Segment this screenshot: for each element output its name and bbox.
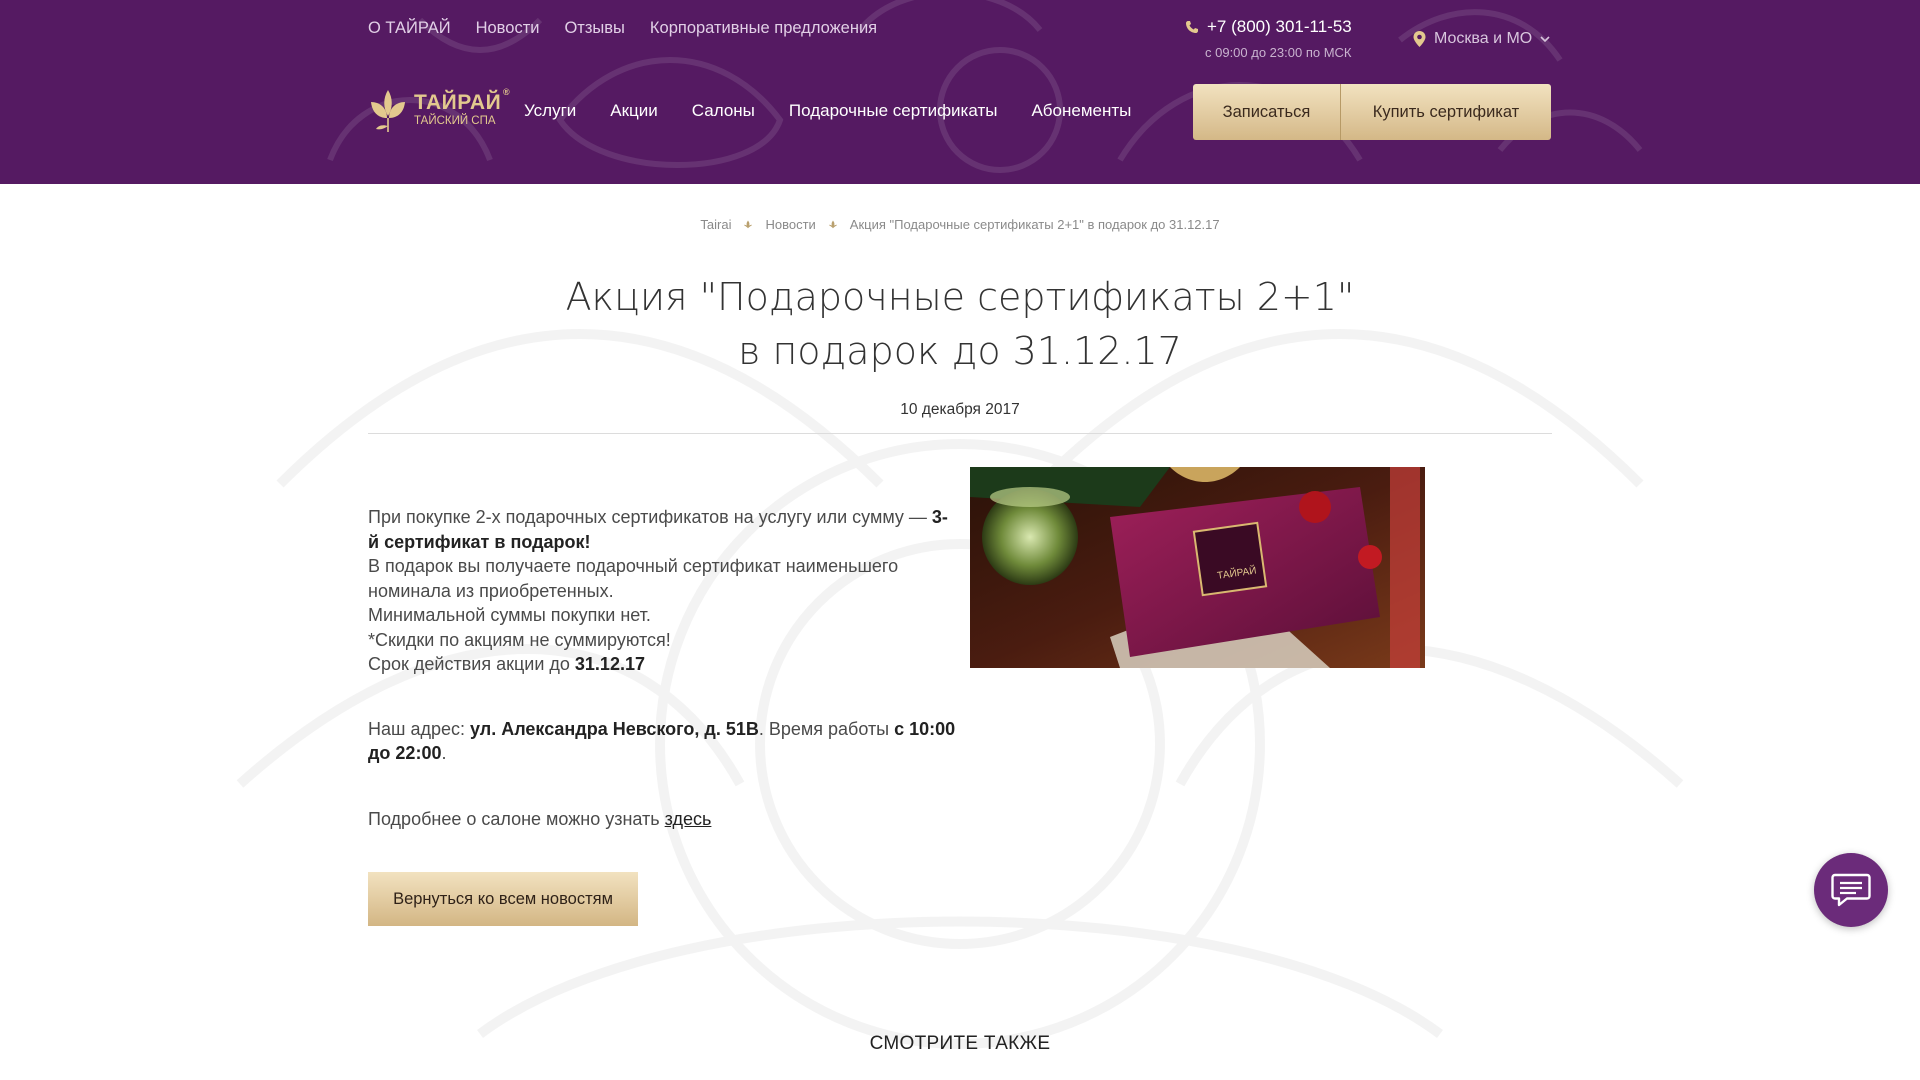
breadcrumb-separator-icon — [828, 219, 837, 228]
article-paragraph: Минимальной суммы покупки нет. — [368, 605, 651, 625]
logo-name: ТАЙРАЙ — [414, 91, 502, 115]
top-nav-news[interactable]: Новости — [476, 19, 540, 38]
text-span: . Время работы — [758, 718, 895, 739]
chat-button[interactable] — [1814, 853, 1888, 927]
top-nav-about[interactable]: О ТАЙРАЙ — [368, 19, 451, 38]
chevron-down-icon — [1540, 35, 1550, 42]
chat-icon — [1831, 873, 1871, 907]
see-also-heading: СМОТРИТЕ ТАКЖЕ — [869, 1033, 1051, 1054]
logo[interactable]: ТАЙРАЙ ® ТАЙСКИЙ СПА — [368, 88, 510, 132]
logo-subtitle: ТАЙСКИЙ СПА — [414, 115, 496, 128]
gift-certificate-photo: ТАЙРАЙ — [970, 467, 1425, 668]
back-to-news-button[interactable]: Вернуться ко всем новостям — [368, 872, 638, 926]
divider — [368, 433, 1552, 434]
phone-number[interactable]: +7 (800) 301-11-53 — [1207, 17, 1352, 37]
logo-registered: ® — [503, 87, 511, 98]
top-nav-reviews[interactable]: Отзывы — [564, 19, 624, 38]
breadcrumb: Tairai Новости Акция "Подарочные сертифи… — [0, 217, 1920, 232]
top-nav-corporate[interactable]: Корпоративные предложения — [650, 19, 877, 38]
main-nav: Услуги Акции Салоны Подарочные сертифика… — [524, 101, 1131, 121]
breadcrumb-separator-icon — [744, 219, 753, 228]
buy-certificate-button[interactable]: Купить сертификат — [1341, 84, 1551, 140]
main-nav-promos[interactable]: Акции — [610, 101, 658, 121]
text-span: При покупке 2-х подарочных сертификатов … — [368, 507, 932, 527]
article-paragraph: Срок действия акции до 31.12.17 — [368, 652, 958, 677]
top-nav: О ТАЙРАЙ Новости Отзывы Корпоративные пр… — [368, 19, 877, 38]
header-ornament — [327, 0, 1643, 173]
main-nav-salons[interactable]: Салоны — [692, 101, 755, 121]
lotus-logo-icon — [371, 90, 405, 132]
address-text: ул. Александра Невского, д. 51В — [470, 718, 759, 739]
text-span: . — [441, 743, 447, 763]
city-select[interactable]: Москва и МО — [1413, 30, 1550, 48]
article-paragraph: В подарок вы получаете подарочный сертиф… — [368, 556, 899, 601]
phone-block: +7 (800) 301-11-53 с 09:00 до 23:00 по М… — [1185, 17, 1352, 60]
main-nav-subscriptions[interactable]: Абонементы — [1031, 101, 1131, 121]
news-date: 10 декабря 2017 — [900, 401, 1020, 418]
main-nav-services[interactable]: Услуги — [524, 101, 576, 121]
location-pin-icon — [1413, 31, 1426, 47]
phone-hours: с 09:00 до 23:00 по МСК — [1205, 45, 1352, 60]
salon-link[interactable]: здесь — [665, 809, 712, 829]
address-paragraph: Наш адрес: ул. Александра Невского, д. 5… — [368, 717, 958, 766]
page-title: Акция "Подарочные сертификаты 2+1" в под… — [565, 275, 1355, 373]
article-body: При покупке 2-х подарочных сертификатов … — [368, 505, 958, 831]
article-paragraph: При покупке 2-х подарочных сертификатов … — [368, 505, 958, 554]
text-span: Подробнее о салоне можно узнать — [368, 808, 665, 829]
main-nav-gift-certificates[interactable]: Подарочные сертификаты — [789, 101, 998, 121]
phone-icon — [1186, 21, 1198, 33]
header-buttons: Записаться Купить сертификат — [1193, 84, 1551, 140]
site-header: О ТАЙРАЙ Новости Отзывы Корпоративные пр… — [0, 0, 1920, 184]
breadcrumb-home[interactable]: Tairai — [700, 217, 731, 232]
text-span: Наш адрес: — [368, 718, 470, 739]
breadcrumb-news[interactable]: Новости — [765, 217, 815, 232]
text-span: Срок действия акции до — [368, 654, 575, 674]
city-label: Москва и МО — [1434, 30, 1533, 47]
bold-text: 31.12.17 — [574, 654, 645, 674]
breadcrumb-current: Акция "Подарочные сертификаты 2+1" в под… — [849, 217, 1220, 232]
article-image: ТАЙРАЙ — [970, 467, 1425, 668]
article-paragraph: *Скидки по акциям не суммируются! — [368, 629, 671, 650]
book-button[interactable]: Записаться — [1193, 84, 1341, 140]
more-info-paragraph: Подробнее о салоне можно узнать здесь — [368, 807, 958, 832]
